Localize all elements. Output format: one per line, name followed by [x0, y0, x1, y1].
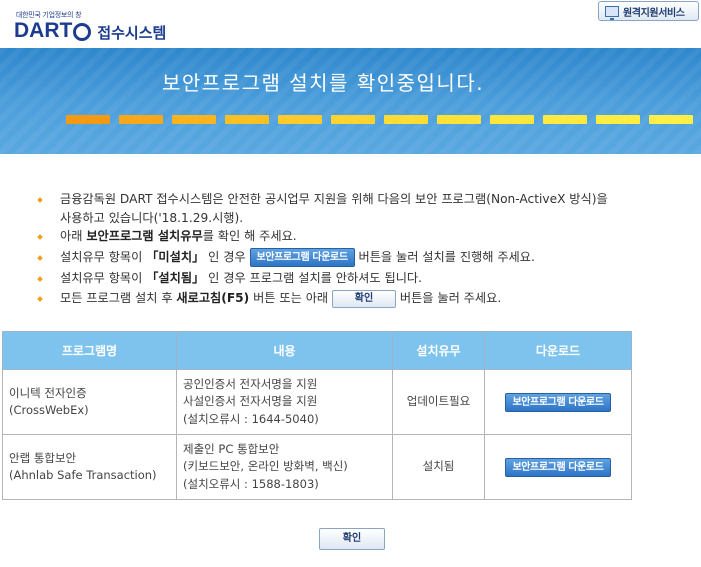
program-name-en: (Ahnlab Safe Transaction): [9, 468, 157, 482]
program-name: 안랩 통합보안: [9, 450, 77, 465]
progress-segment: [119, 115, 163, 124]
monitor-icon: [605, 5, 619, 20]
logo-circle-icon: [73, 23, 92, 41]
notice-item: 모든 프로그램 설치 후 새로고침(F5) 버튼 또는 아래 확인 버튼을 눌러…: [36, 289, 676, 308]
progress-segment: [384, 115, 428, 124]
table-row: 이니텍 전자인증 (CrossWebEx) 공인인증서 전자서명을 지원 사설인…: [2, 369, 632, 435]
notice-emphasis: 「미설치」: [146, 249, 205, 264]
notice-item: 설치유무 항목이 「설치됨」 인 경우 프로그램 설치를 안하셔도 됩니다.: [36, 269, 676, 288]
logo-text: DART: [14, 19, 73, 42]
bullet-icon: [37, 275, 43, 282]
progress-segment: [66, 115, 110, 124]
table-row: 안랩 통합보안 (Ahnlab Safe Transaction) 제출인 PC…: [2, 434, 632, 500]
bullet-icon: [37, 197, 43, 203]
download-cell: 보안프로그램 다운로드: [484, 434, 632, 500]
bullet-icon: [37, 296, 43, 302]
inline-confirm-button[interactable]: 확인: [332, 289, 396, 308]
description-line: (키보드보안, 온라인 방화벽, 백신): [183, 459, 348, 474]
install-status: 업데이트필요: [392, 369, 485, 435]
program-name-cell: 이니텍 전자인증 (CrossWebEx): [2, 369, 177, 435]
progress-segment: [596, 115, 640, 124]
download-button[interactable]: 보안프로그램 다운로드: [505, 392, 611, 412]
description-line: (설치오류시 : 1644-5040): [183, 411, 319, 426]
progress-segment: [543, 115, 587, 124]
notice-text: 인 경우: [204, 249, 250, 264]
program-name-cell: 안랩 통합보안 (Ahnlab Safe Transaction): [2, 434, 177, 500]
notice-text: 인 경우 프로그램 설치를 안하셔도 됩니다.: [204, 270, 422, 285]
banner-pattern: [0, 48, 701, 154]
banner-title: 보안프로그램 설치를 확인중입니다.: [162, 71, 485, 95]
notice-text: 를 확인 해 주세요.: [202, 229, 297, 243]
notice-item: 금융감독원 DART 접수시스템은 안전한 공시업무 지원을 위해 다음의 보안…: [36, 190, 676, 227]
progress-segment: [172, 115, 216, 124]
notice-text: 모든 프로그램 설치 후: [60, 291, 177, 305]
program-name-en: (CrossWebEx): [9, 403, 89, 417]
notice-emphasis: 보안프로그램 설치유무: [86, 229, 203, 243]
progress-segment: [278, 115, 322, 124]
column-header: 설치유무: [392, 331, 485, 370]
inline-download-button[interactable]: 보안프로그램 다운로드: [249, 247, 355, 267]
column-header: 다운로드: [484, 331, 632, 370]
notice-text: 설치유무 항목이: [60, 270, 147, 285]
description-line: 사설인증서 전자서명을 지원: [183, 394, 318, 409]
description-cell: 공인인증서 전자서명을 지원 사설인증서 전자서명을 지원 (설치오류시 : 1…: [176, 369, 393, 435]
description-line: 제출인 PC 통합보안: [183, 441, 280, 456]
notice-text: 아래: [60, 229, 87, 243]
confirm-button[interactable]: 확인: [319, 528, 385, 550]
progress-segment: [331, 115, 375, 124]
dart-logo[interactable]: 대한민국 기업정보의 창 DART 접수시스템: [14, 10, 166, 42]
header: 대한민국 기업정보의 창 DART 접수시스템 원격지원서비스: [0, 0, 701, 48]
install-status: 설치됨: [392, 434, 485, 500]
download-button[interactable]: 보안프로그램 다운로드: [505, 457, 611, 477]
remote-support-label: 원격지원서비스: [623, 7, 685, 19]
notice-text: 버튼 또는 아래: [249, 291, 332, 305]
bullet-icon: [37, 234, 43, 240]
progress-segment: [490, 115, 534, 124]
description-cell: 제출인 PC 통합보안 (키보드보안, 온라인 방화벽, 백신) (설치오류시 …: [176, 434, 393, 500]
notice-text: 금융감독원 DART 접수시스템은 안전한 공시업무 지원을 위해 다음의 보안…: [60, 192, 608, 206]
column-header: 프로그램명: [2, 331, 177, 370]
description-line: (설치오류시 : 1588-1803): [183, 476, 319, 491]
program-name: 이니텍 전자인증: [9, 385, 87, 400]
progress-indicator: [66, 115, 693, 124]
notice-emphasis: 「설치됨」: [146, 270, 205, 285]
notice-item: 설치유무 항목이 「미설치」 인 경우 보안프로그램 다운로드 버튼을 눌러 설…: [36, 247, 676, 267]
notice-text: 설치유무 항목이: [60, 249, 147, 264]
progress-segment: [437, 115, 481, 124]
system-name: 접수시스템: [97, 23, 167, 42]
bullet-icon: [37, 254, 43, 261]
description-line: 공인인증서 전자서명을 지원: [183, 376, 318, 391]
table-header-row: 프로그램명 내용 설치유무 다운로드: [2, 331, 632, 370]
progress-segment: [649, 115, 693, 124]
notice-list: 금융감독원 DART 접수시스템은 안전한 공시업무 지원을 위해 다음의 보안…: [36, 190, 676, 308]
download-cell: 보안프로그램 다운로드: [484, 369, 632, 435]
notice-text: 버튼을 눌러 주세요.: [396, 291, 502, 305]
notice-text: 사용하고 있습니다('18.1.29.시행).: [60, 210, 244, 225]
notice-emphasis: 새로고침(F5): [176, 291, 250, 305]
remote-support-button[interactable]: 원격지원서비스: [598, 1, 699, 21]
progress-segment: [225, 115, 269, 124]
notice-item: 아래 보안프로그램 설치유무를 확인 해 주세요.: [36, 227, 676, 246]
security-program-table: 프로그램명 내용 설치유무 다운로드 이니텍 전자인증 (CrossWebEx)…: [2, 331, 632, 500]
notice-text: 버튼을 눌러 설치를 진행해 주세요.: [354, 249, 535, 264]
column-header: 내용: [176, 331, 393, 370]
banner: 보안프로그램 설치를 확인중입니다.: [0, 48, 701, 154]
